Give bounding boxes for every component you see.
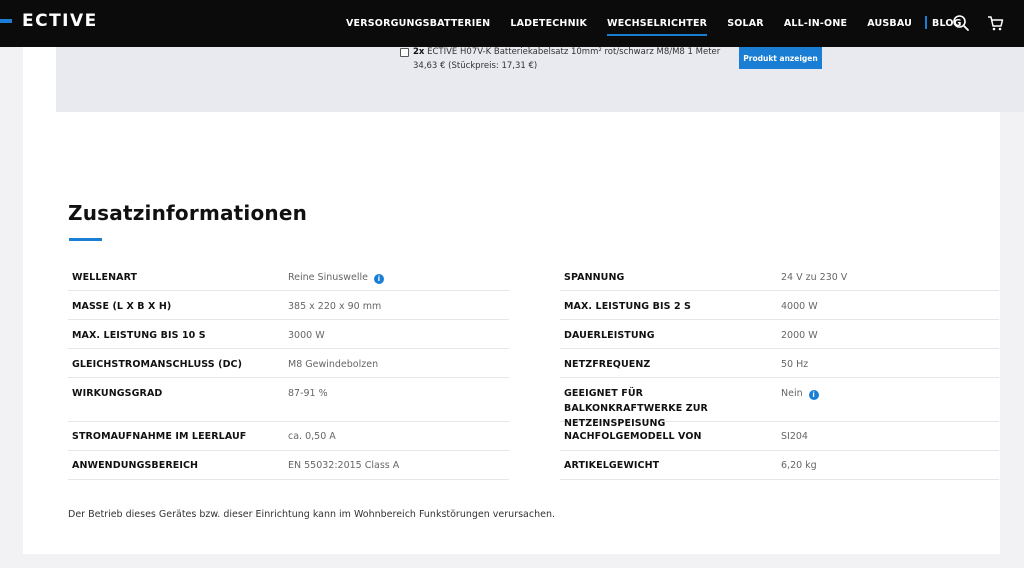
spec-label: SPANNUNG bbox=[564, 272, 625, 283]
info-icon[interactable]: i bbox=[808, 390, 819, 400]
spec-label: NETZFREQUENZ bbox=[564, 359, 651, 370]
spec-value-text: Reine Sinuswelle bbox=[288, 272, 368, 283]
page-margin bbox=[23, 47, 56, 112]
site-header: ECTIVE VERSORGUNGSBATTERIEN LADETECHNIK … bbox=[0, 0, 1024, 47]
nav-item-all-in-one[interactable]: ALL-IN-ONE bbox=[784, 18, 847, 29]
spec-row: STROMAUFNAHME IM LEERLAUF ca. 0,50 A bbox=[68, 422, 509, 451]
search-icon[interactable] bbox=[950, 12, 972, 34]
info-icon[interactable]: i bbox=[373, 274, 384, 284]
spec-row: WIRKUNGSGRAD 87-91 % bbox=[68, 378, 509, 422]
spec-value: ca. 0,50 A bbox=[288, 431, 336, 442]
site-logo[interactable]: ECTIVE bbox=[22, 11, 98, 31]
spec-value: Reine Sinuswelle i bbox=[288, 270, 384, 285]
spec-label: GLEICHSTROMANSCHLUSS (DC) bbox=[72, 359, 243, 370]
spec-label: WIRKUNGSGRAD bbox=[72, 388, 163, 399]
spec-value: 50 Hz bbox=[781, 359, 809, 370]
main-nav: VERSORGUNGSBATTERIEN LADETECHNIK WECHSEL… bbox=[346, 0, 982, 47]
spec-label: ARTIKELGEWICHT bbox=[564, 460, 660, 471]
spec-row: WELLENART Reine Sinuswelle i bbox=[68, 262, 509, 291]
spec-label: MAX. LEISTUNG BIS 2 S bbox=[564, 301, 692, 312]
logo-accent-bar bbox=[0, 19, 12, 23]
spec-row: MAX. LEISTUNG BIS 2 S 4000 W bbox=[560, 291, 999, 320]
spec-value: Nein i bbox=[781, 386, 819, 401]
spec-label: MAX. LEISTUNG BIS 10 S bbox=[72, 330, 206, 341]
spec-label: WELLENART bbox=[72, 272, 138, 283]
spec-row: GLEICHSTROMANSCHLUSS (DC) M8 Gewindebolz… bbox=[68, 349, 509, 378]
nav-item-ladetechnik[interactable]: LADETECHNIK bbox=[510, 18, 587, 29]
spec-value: M8 Gewindebolzen bbox=[288, 359, 379, 370]
spec-value: SI204 bbox=[781, 431, 808, 442]
spec-value: EN 55032:2015 Class A bbox=[288, 460, 400, 471]
spec-value: 24 V zu 230 V bbox=[781, 272, 848, 283]
spec-row: MAX. LEISTUNG BIS 10 S 3000 W bbox=[68, 320, 509, 349]
nav-item-ausbau[interactable]: AUSBAU bbox=[867, 18, 912, 29]
spec-value: 2000 W bbox=[781, 330, 818, 341]
spec-value: 87-91 % bbox=[288, 388, 328, 399]
spec-label: NACHFOLGEMODELL VON bbox=[564, 431, 702, 442]
cart-icon[interactable] bbox=[984, 12, 1006, 34]
spec-value: 4000 W bbox=[781, 301, 818, 312]
view-product-button[interactable]: Produkt anzeigen bbox=[739, 47, 822, 69]
spec-row: GEEIGNET FÜR BALKONKRAFTWERKE ZUR NETZEI… bbox=[560, 378, 999, 429]
accessory-qty: 2x bbox=[413, 47, 425, 57]
spec-label: MASSE (L X B X H) bbox=[72, 301, 172, 312]
accessory-name: ECTIVE H07V-K Batteriekabelsatz 10mm² ro… bbox=[427, 47, 721, 57]
spec-value-text: Nein bbox=[781, 388, 803, 399]
spec-row: DAUERLEISTUNG 2000 W bbox=[560, 320, 999, 349]
spec-label: DAUERLEISTUNG bbox=[564, 330, 655, 341]
spec-row: ARTIKELGEWICHT 6,20 kg bbox=[560, 451, 999, 480]
spec-label: ANWENDUNGSBEREICH bbox=[72, 460, 199, 471]
spec-value: 6,20 kg bbox=[781, 460, 817, 471]
accessory-title: 2x ECTIVE H07V-K Batteriekabelsatz 10mm²… bbox=[413, 47, 720, 57]
nav-divider bbox=[925, 16, 927, 29]
spec-value: 3000 W bbox=[288, 330, 325, 341]
accessory-price: 34,63 € (Stückpreis: 17,31 €) bbox=[413, 61, 538, 71]
accessory-checkbox[interactable] bbox=[400, 48, 409, 57]
nav-item-solar[interactable]: SOLAR bbox=[727, 18, 764, 29]
spec-row: MASSE (L X B X H) 385 x 220 x 90 mm bbox=[68, 291, 509, 320]
interference-note: Der Betrieb dieses Gerätes bzw. dieser E… bbox=[68, 509, 556, 520]
title-underline bbox=[69, 238, 102, 241]
spec-value: 385 x 220 x 90 mm bbox=[288, 301, 382, 312]
spec-row: NACHFOLGEMODELL VON SI204 bbox=[560, 422, 999, 451]
spec-row: SPANNUNG 24 V zu 230 V bbox=[560, 262, 999, 291]
nav-item-versorgungsbatterien[interactable]: VERSORGUNGSBATTERIEN bbox=[346, 18, 490, 29]
nav-item-wechselrichter[interactable]: WECHSELRICHTER bbox=[607, 18, 708, 36]
spec-label: STROMAUFNAHME IM LEERLAUF bbox=[72, 431, 247, 442]
spec-row: ANWENDUNGSBEREICH EN 55032:2015 Class A bbox=[68, 451, 509, 480]
spec-row: NETZFREQUENZ 50 Hz bbox=[560, 349, 999, 378]
section-title: Zusatzinformationen bbox=[68, 201, 308, 225]
